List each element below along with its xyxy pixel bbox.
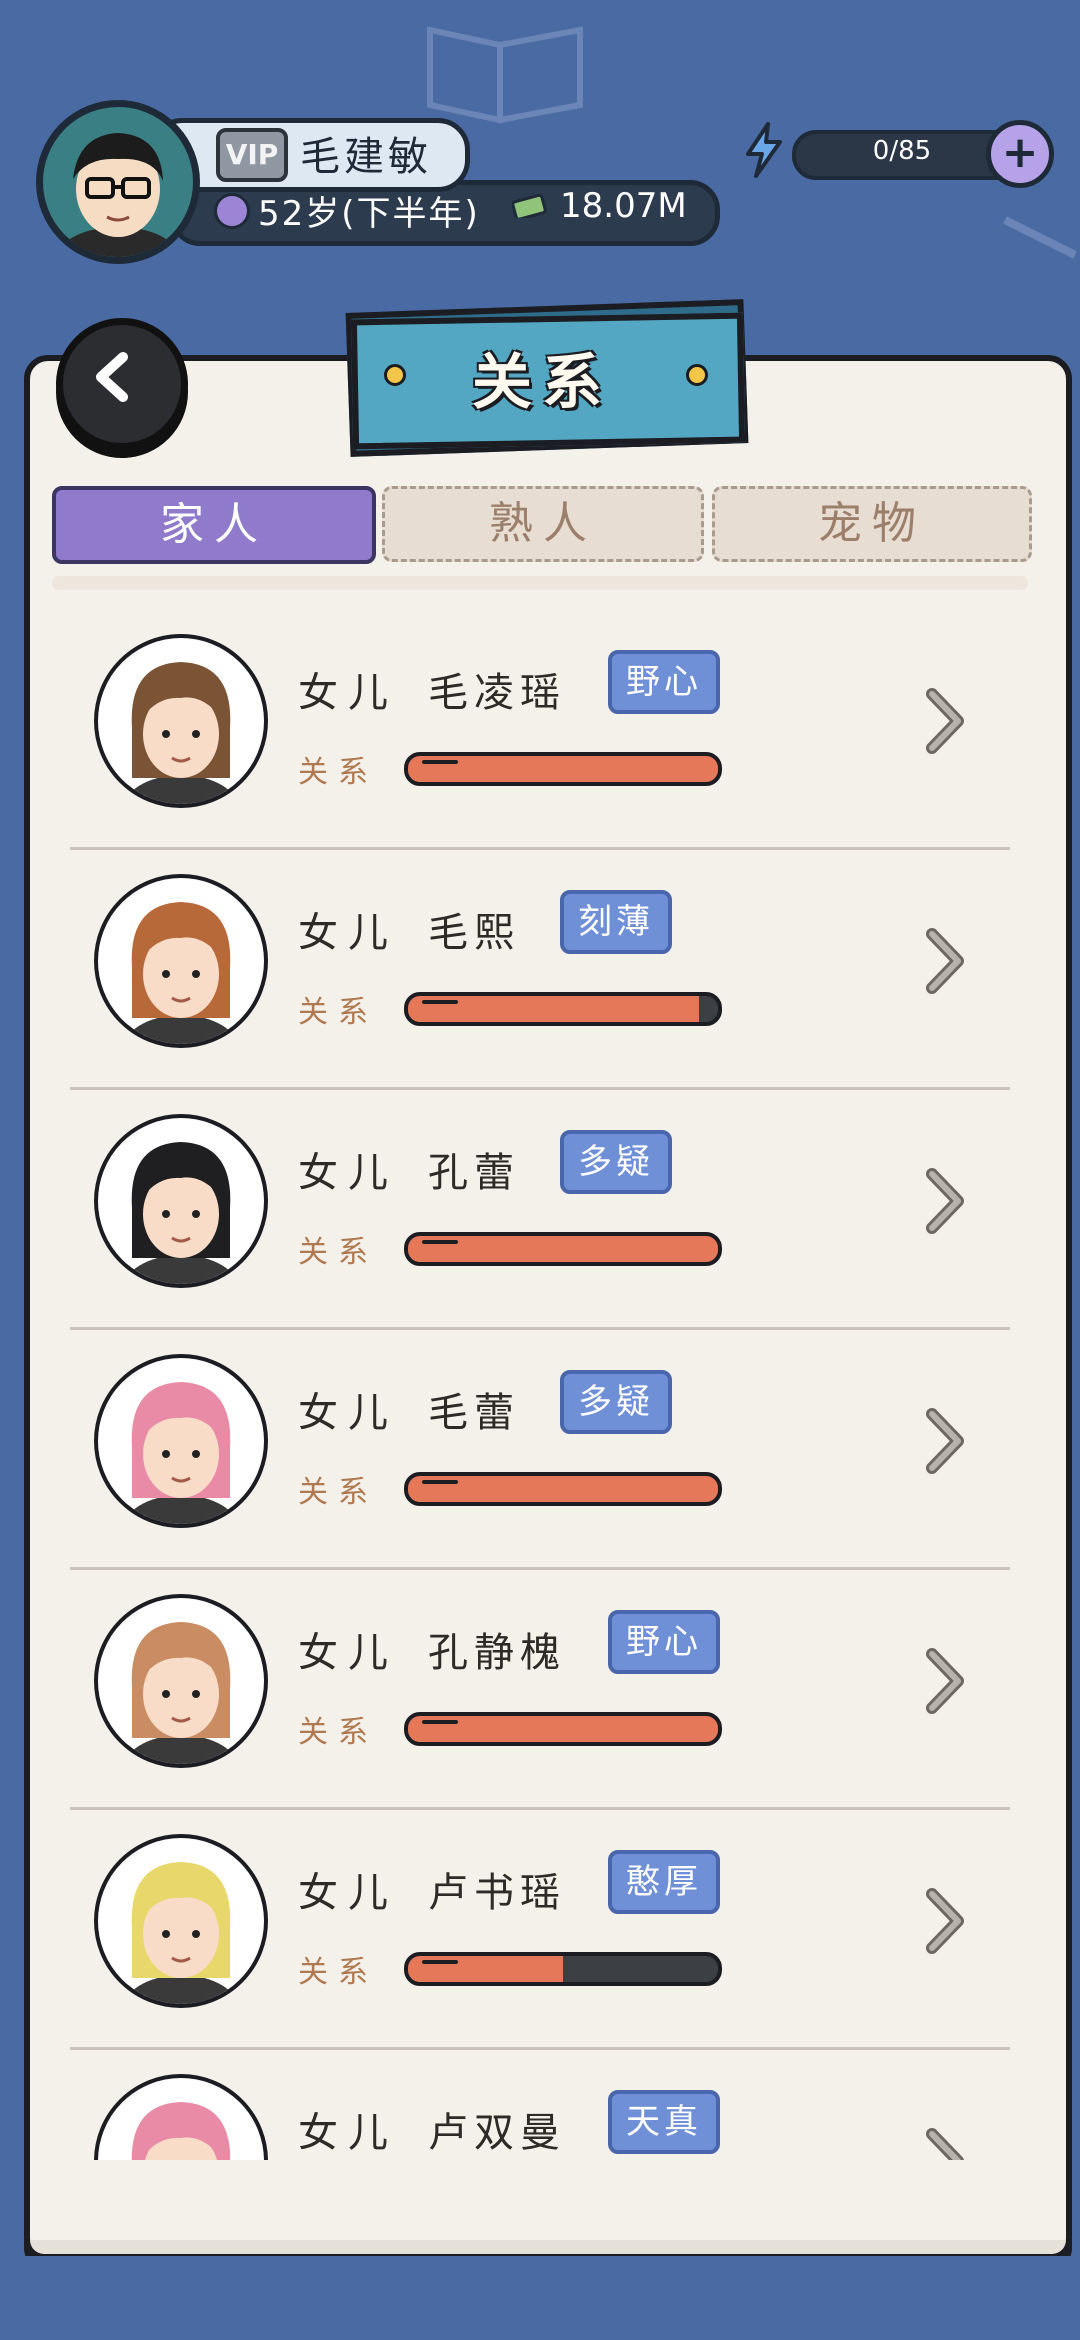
child-portrait-icon (122, 1142, 240, 1284)
person-name: 卢双曼 (428, 2110, 566, 2156)
relationship-row[interactable]: 女儿 卢双曼 天真 关系 (0, 2050, 1080, 2160)
trait-badge: 野心 (608, 1610, 720, 1674)
chevron-right-icon[interactable] (924, 688, 968, 754)
bond-bar (404, 1952, 722, 1986)
relation-type: 女儿 (298, 1870, 398, 1916)
bottom-background (0, 2256, 1080, 2340)
trait-badge: 憨厚 (608, 1850, 720, 1914)
child-avatar (94, 1594, 268, 1768)
relation-type: 女儿 (298, 910, 398, 956)
relation-type: 女儿 (298, 1630, 398, 1676)
bond-label: 关系 (298, 1235, 378, 1270)
tab-family[interactable]: 家人 (52, 486, 376, 564)
chevron-right-icon[interactable] (924, 1888, 968, 1954)
child-portrait-icon (122, 1862, 240, 2004)
tab-underline (52, 576, 1028, 590)
relation-type: 女儿 (298, 1390, 398, 1436)
bond-label: 关系 (298, 1475, 378, 1510)
bond-bar (404, 992, 722, 1026)
person-name: 孔静槐 (428, 1630, 566, 1676)
bond-bar-fill (408, 756, 718, 782)
clock-icon (214, 193, 250, 229)
child-portrait-icon (122, 1622, 240, 1764)
back-arrow-icon (96, 352, 128, 402)
chevron-right-icon[interactable] (924, 2128, 968, 2160)
trait-badge: 野心 (608, 650, 720, 714)
bond-bar (404, 752, 722, 786)
child-portrait-icon (122, 902, 240, 1044)
bond-bar (404, 1472, 722, 1506)
child-avatar (94, 634, 268, 808)
relationship-row[interactable]: 女儿 孔静槐 野心 关系 (0, 1570, 1080, 1810)
pencil-doodle (1003, 216, 1077, 259)
add-energy-button[interactable]: + (986, 120, 1054, 188)
relation-type: 女儿 (298, 670, 398, 716)
chevron-right-icon[interactable] (924, 1408, 968, 1474)
bond-label: 关系 (298, 995, 378, 1030)
bond-label: 关系 (298, 1715, 378, 1750)
book-doodle (427, 26, 583, 124)
tab-acquaintances[interactable]: 熟人 (382, 486, 704, 562)
person-name: 毛凌瑶 (428, 670, 566, 716)
child-portrait-icon (131, 2102, 231, 2160)
tab-pets[interactable]: 宠物 (712, 486, 1032, 562)
chevron-right-icon[interactable] (924, 1168, 968, 1234)
bond-bar-fill (408, 1716, 718, 1742)
bond-bar-fill (408, 1476, 718, 1502)
bond-bar (404, 1712, 722, 1746)
energy-value: 0/85 (872, 136, 932, 166)
child-avatar (94, 2074, 268, 2160)
child-portrait-icon (122, 662, 240, 804)
child-portrait-icon (122, 1382, 240, 1524)
relationship-row[interactable]: 女儿 毛熙 刻薄 关系 (0, 850, 1080, 1090)
bond-label: 关系 (298, 1955, 378, 1990)
bond-bar (404, 1232, 722, 1266)
trait-badge: 多疑 (560, 1370, 672, 1434)
relationship-row[interactable]: 女儿 毛凌瑶 野心 关系 (0, 610, 1080, 850)
back-button[interactable] (56, 318, 188, 450)
bond-bar-fill (408, 1236, 718, 1262)
trait-badge: 天真 (608, 2090, 720, 2154)
trait-badge: 刻薄 (560, 890, 672, 954)
player-age: 52岁(下半年) (258, 194, 480, 234)
bond-bar-fill (408, 1956, 563, 1982)
person-name: 卢书瑶 (428, 1870, 566, 1916)
child-avatar (94, 1354, 268, 1528)
child-avatar (94, 1114, 268, 1288)
cash-icon (512, 193, 547, 218)
player-name: 毛建敏 (300, 134, 432, 180)
relationship-row[interactable]: 女儿 毛蕾 多疑 关系 (0, 1330, 1080, 1570)
player-portrait-icon (58, 133, 178, 257)
vip-badge: VIP (216, 128, 288, 182)
chevron-right-icon[interactable] (924, 1648, 968, 1714)
relationship-list[interactable]: 女儿 毛凌瑶 野心 关系 女儿 毛熙 刻薄 关系 女儿 孔蕾 多疑 关系 女儿 … (0, 610, 1080, 2160)
player-avatar[interactable] (36, 100, 200, 264)
bond-bar-fill (408, 996, 700, 1022)
child-avatar (94, 874, 268, 1048)
chevron-right-icon[interactable] (924, 928, 968, 994)
relationship-row[interactable]: 女儿 卢书瑶 憨厚 关系 (0, 1810, 1080, 2050)
relation-type: 女儿 (298, 2110, 398, 2156)
trait-badge: 多疑 (560, 1130, 672, 1194)
lightning-icon (746, 122, 782, 178)
person-name: 孔蕾 (428, 1150, 520, 1196)
relationship-row[interactable]: 女儿 孔蕾 多疑 关系 (0, 1090, 1080, 1330)
player-money: 18.07M (560, 186, 687, 226)
relation-type: 女儿 (298, 1150, 398, 1196)
child-avatar (94, 1834, 268, 2008)
page-title: 关系 (472, 348, 612, 418)
person-name: 毛熙 (428, 910, 520, 956)
bond-label: 关系 (298, 755, 378, 790)
person-name: 毛蕾 (428, 1390, 520, 1436)
